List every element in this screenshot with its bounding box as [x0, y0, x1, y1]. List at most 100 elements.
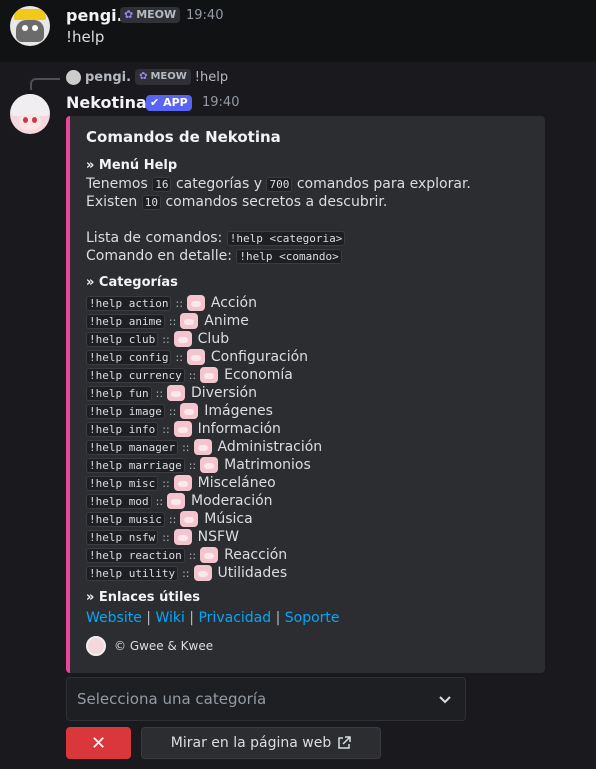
category-command: !help utility	[86, 565, 179, 581]
category-command: !help action	[86, 295, 172, 311]
stats-line-2: Existen 10 comandos secretos a descubrir…	[86, 194, 387, 210]
category-command: !help info	[86, 421, 159, 437]
select-placeholder: Selecciona una categoría	[77, 690, 267, 708]
footer-text: © Gwee & Kwee	[114, 639, 214, 653]
app-badge-label: APP	[163, 96, 188, 109]
category-label: Acción	[210, 295, 257, 311]
footer-avatar	[86, 636, 106, 656]
category-command: !help nsfw	[86, 529, 159, 545]
list-line: Lista de comandos: !help <categoria>	[86, 230, 346, 246]
code-list-command: !help <categoria>	[226, 231, 346, 246]
category-command: !help currency	[86, 367, 185, 383]
category-label: Club	[197, 331, 230, 347]
category-label: Economía	[224, 367, 293, 383]
text: Tenemos	[86, 176, 148, 192]
category-label: Diversión	[191, 385, 257, 401]
emoji-icon	[180, 313, 199, 329]
category-label: Anime	[204, 313, 249, 329]
close-icon: ✕	[90, 732, 107, 754]
category-command: !help manager	[86, 439, 179, 455]
category-label: Música	[204, 511, 253, 527]
reply-avatar	[66, 69, 81, 85]
reply-preview[interactable]: pengi. ✿ MEOW !help	[66, 68, 228, 86]
reply-text: !help	[194, 69, 229, 85]
username-nekotina[interactable]: Nekotina	[66, 93, 147, 112]
emoji-icon	[173, 529, 192, 545]
category-item: !help marriage:: Matrimonios	[86, 456, 322, 474]
emoji-icon	[200, 367, 219, 383]
stats-line-1: Tenemos 16 categorías y 700 comandos par…	[86, 176, 471, 192]
category-label: Matrimonios	[224, 457, 311, 473]
external-link-icon	[338, 736, 351, 749]
chevron-down-icon	[439, 696, 451, 704]
link-website[interactable]: Website	[86, 610, 142, 626]
emoji-icon	[173, 475, 192, 491]
category-item: !help mod:: Moderación	[86, 492, 322, 510]
emoji-icon	[193, 565, 212, 581]
category-item: !help nsfw:: NSFW	[86, 528, 322, 546]
embed-footer: © Gwee & Kwee	[86, 636, 213, 656]
category-item: !help currency:: Economía	[86, 366, 322, 384]
category-label: Información	[197, 421, 281, 437]
category-command: !help reaction	[86, 547, 185, 563]
categories-header: » Categorías	[86, 275, 178, 290]
app-badge: ✔ APP	[146, 95, 192, 111]
close-button[interactable]: ✕	[66, 727, 131, 759]
web-button-label: Mirar en la página web	[170, 735, 332, 751]
timestamp: 19:40	[202, 95, 240, 110]
category-list: !help action:: Acción !help anime:: Anime …	[86, 294, 322, 582]
category-item: !help action:: Acción	[86, 294, 322, 312]
menu-header: » Menú Help	[86, 158, 178, 173]
code-detail-command: !help <comando>	[236, 249, 342, 264]
category-command: !help misc	[86, 475, 159, 491]
reply-guild-tag: ✿ MEOW	[135, 69, 191, 85]
guild-tag-label: MEOW	[136, 8, 177, 21]
emoji-icon	[180, 403, 199, 419]
pengi-avatar[interactable]	[10, 6, 50, 46]
detail-line: Comando en detalle: !help <comando>	[86, 248, 342, 264]
category-item: !help utility:: Utilidades	[86, 564, 322, 582]
web-page-button[interactable]: Mirar en la página web	[141, 727, 381, 759]
category-label: Administración	[217, 439, 323, 455]
category-command: !help music	[86, 511, 165, 527]
reply-connector	[30, 78, 60, 90]
category-item: !help config:: Configuración	[86, 348, 322, 366]
embed-title: Comandos de Nekotina	[86, 128, 281, 146]
category-label: Moderación	[191, 493, 273, 509]
emoji-icon	[200, 457, 219, 473]
username-pengi[interactable]: pengi.	[66, 6, 123, 25]
reply-username[interactable]: pengi.	[85, 70, 131, 85]
category-select[interactable]: Selecciona una categoría	[66, 677, 466, 721]
verified-check-icon: ✔	[150, 96, 160, 109]
emoji-icon	[186, 349, 205, 365]
category-command: !help image	[86, 403, 165, 419]
emoji-icon	[193, 439, 212, 455]
category-item: !help info:: Información	[86, 420, 322, 438]
category-command: !help marriage	[86, 457, 185, 473]
nekotina-avatar[interactable]	[10, 94, 50, 134]
guild-tag[interactable]: ✿ MEOW	[120, 7, 181, 23]
category-label: Imágenes	[204, 403, 273, 419]
links-header: » Enlaces útiles	[86, 590, 201, 605]
category-command: !help club	[86, 331, 159, 347]
link-wiki[interactable]: Wiki	[155, 610, 184, 626]
category-command: !help config	[86, 349, 172, 365]
link-support[interactable]: Soporte	[285, 610, 340, 626]
category-label: Misceláneo	[197, 475, 276, 491]
paw-icon: ✿	[124, 8, 134, 21]
code-categories-count: 16	[152, 177, 172, 192]
timestamp: 19:40	[186, 8, 224, 23]
paw-icon: ✿	[139, 71, 148, 82]
emoji-icon	[167, 385, 186, 401]
code-commands-count: 700	[266, 177, 293, 192]
text: Comando en detalle:	[86, 248, 232, 264]
help-embed: Comandos de Nekotina » Menú Help Tenemos…	[66, 116, 545, 673]
link-privacy[interactable]: Privacidad	[198, 610, 271, 626]
category-command: !help mod	[86, 493, 152, 509]
emoji-icon	[200, 547, 219, 563]
emoji-icon	[186, 295, 205, 311]
emoji-icon	[173, 331, 192, 347]
useful-links: Website | Wiki | Privacidad | Soporte	[86, 610, 340, 626]
text: categorías y	[175, 176, 263, 192]
text: Existen	[86, 194, 138, 210]
